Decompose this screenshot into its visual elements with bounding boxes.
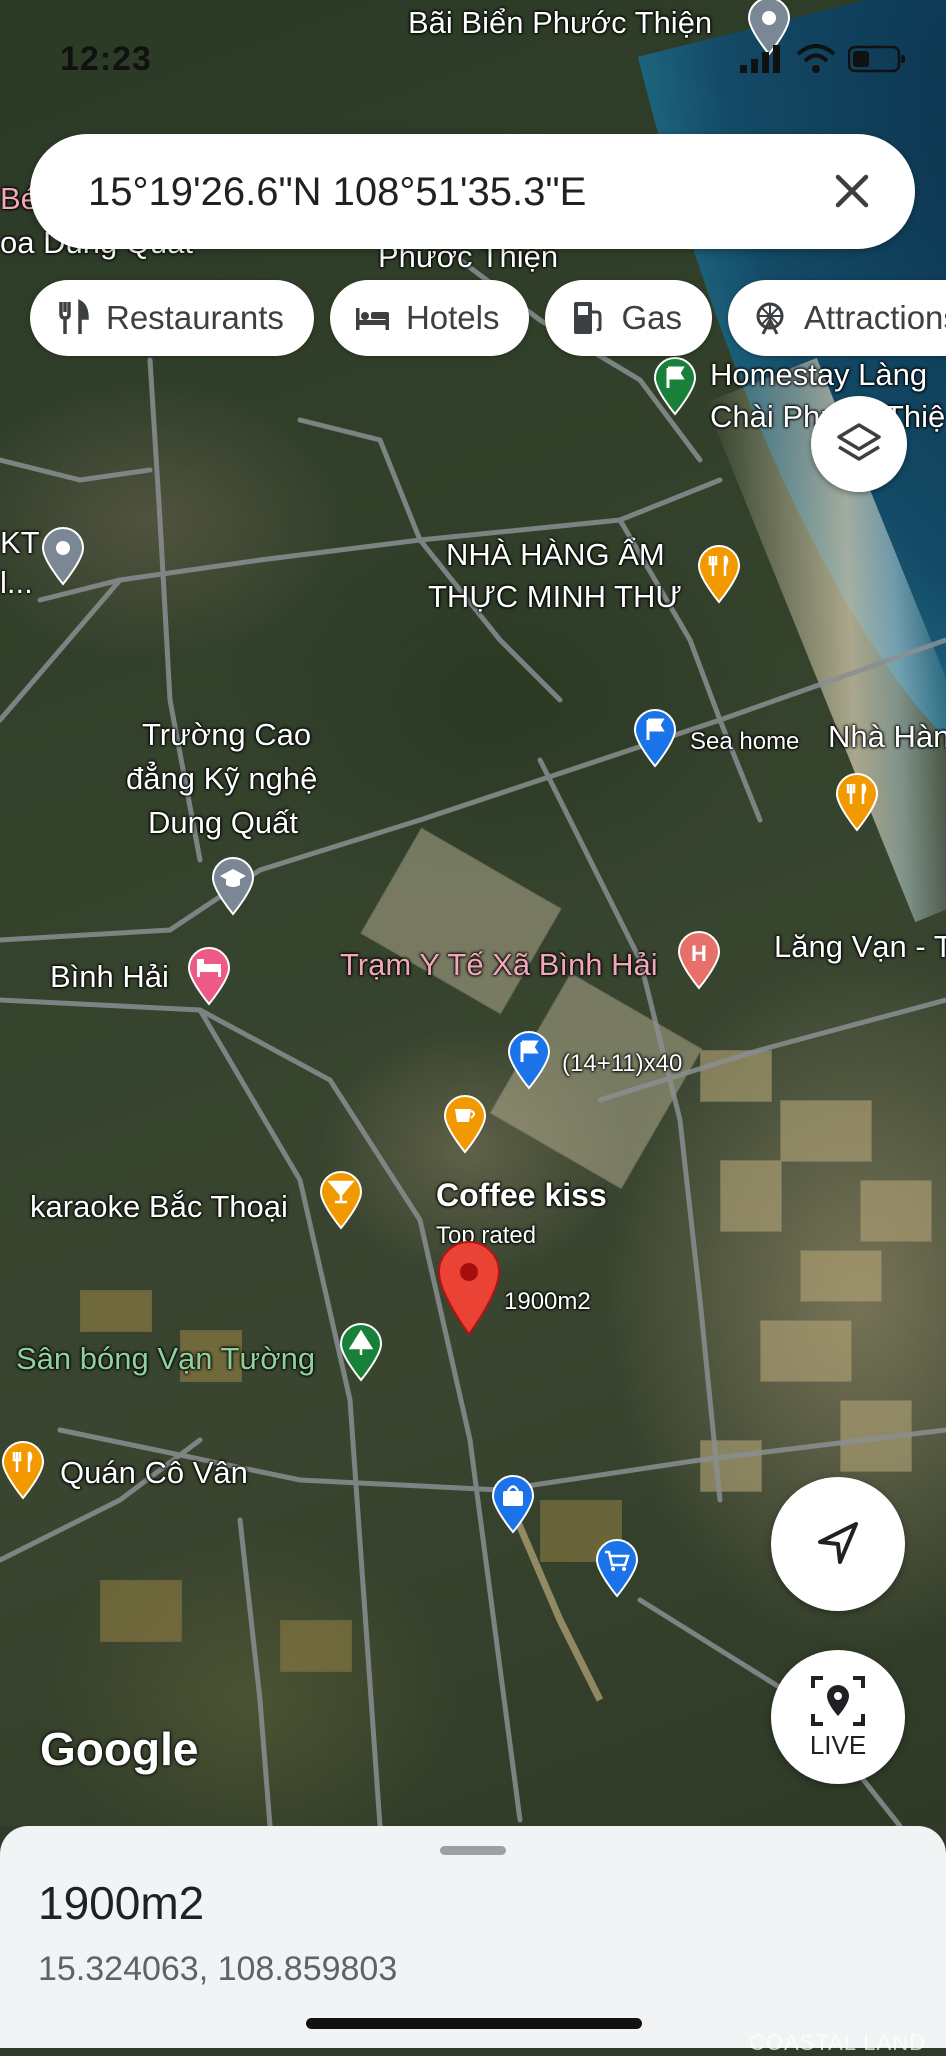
chip-hotels[interactable]: Hotels — [329, 280, 530, 356]
live-view-button[interactable]: LIVE — [771, 1650, 905, 1784]
signal-icon — [740, 45, 780, 73]
cafe-pin-orange-icon[interactable] — [442, 1094, 488, 1154]
watermark: COASTAL LAND — [748, 2030, 926, 2055]
label-nha-hang-1[interactable]: NHÀ HÀNG ẨM — [446, 534, 665, 576]
label-nha-han[interactable]: Nhà Hàn — [828, 716, 946, 758]
chip-label: Hotels — [405, 299, 500, 336]
label-quan-co-van[interactable]: Quán Cô Vân — [60, 1452, 248, 1494]
place-name: 1900m2 — [38, 1877, 205, 1929]
label-karaoke[interactable]: karaoke Bắc Thoại — [30, 1186, 288, 1228]
live-label: LIVE — [809, 1729, 867, 1760]
dropped-pin-red-icon[interactable] — [436, 1240, 502, 1336]
search-bar[interactable]: 15°19'26.6"N 108°51'35.3"E — [30, 134, 915, 249]
bar-pin-orange-icon[interactable] — [318, 1170, 364, 1230]
chip-attractions[interactable]: Attractions — [728, 280, 946, 356]
hospital-pin-red-icon[interactable]: H — [676, 930, 722, 990]
ferris-wheel-icon — [756, 302, 784, 335]
restaurant-pin-orange-icon[interactable] — [0, 1440, 46, 1500]
home-indicator[interactable] — [306, 2018, 642, 2029]
label-kt-2: l... — [0, 565, 33, 600]
place-coordinates: 15.324063, 108.859803 — [38, 1950, 398, 1988]
label-lang-van[interactable]: Lăng Vạn - T — [774, 926, 946, 968]
label-tram-y-te[interactable]: Trạm Y Tế Xã Bình Hải — [340, 944, 658, 986]
label-binh-hai[interactable]: Bình Hải — [50, 956, 169, 998]
label-sea-home[interactable]: Sea home — [690, 726, 799, 758]
label-coffee-kiss[interactable]: Coffee kiss — [436, 1174, 607, 1217]
label-truong-1[interactable]: Trường Cao — [142, 714, 311, 756]
status-time: 12:23 — [60, 40, 152, 78]
cart-pin-blue-icon[interactable] — [594, 1538, 640, 1598]
live-view-icon — [811, 1675, 865, 1726]
google-logo: Google — [40, 1723, 199, 1775]
label-homestay-1[interactable]: Homestay Làng — [710, 354, 927, 396]
sheet-drag-handle[interactable] — [440, 1846, 506, 1855]
place-bottom-sheet[interactable]: 1900m2 15.324063, 108.859803 — [0, 1826, 946, 2048]
gas-pump-icon — [574, 302, 602, 334]
chip-restaurants[interactable]: Restaurants — [30, 280, 314, 356]
status-bar: 12:23 — [0, 0, 946, 120]
close-icon[interactable] — [825, 164, 879, 218]
chip-label: Gas — [621, 299, 683, 336]
flag-pin-blue-icon[interactable] — [632, 708, 678, 768]
search-query[interactable]: 15°19'26.6"N 108°51'35.3"E — [88, 170, 586, 215]
label-san-bong[interactable]: Sân bóng Vạn Tường — [16, 1338, 315, 1380]
layers-button[interactable] — [811, 396, 907, 492]
battery-icon — [848, 45, 905, 73]
svg-text:H: H — [691, 941, 707, 966]
layers-icon — [837, 423, 881, 461]
fork-knife-icon — [59, 298, 89, 334]
label-truong-2[interactable]: đẳng Kỹ nghệ — [126, 758, 317, 800]
hotel-pin-pink-icon[interactable] — [186, 946, 232, 1006]
restaurant-pin-orange-icon[interactable] — [834, 772, 880, 832]
label-nha-hang-2[interactable]: THỰC MINH THƯ — [428, 576, 682, 618]
label-kt-1: KT — [0, 525, 40, 560]
flag-pin-green-icon[interactable] — [652, 356, 698, 416]
status-icons — [740, 44, 906, 74]
navigation-arrow-icon — [818, 1522, 858, 1564]
category-chips: Restaurants Hotels Gas Attractions — [30, 280, 946, 356]
my-location-button[interactable] — [771, 1477, 905, 1611]
bed-icon — [355, 308, 389, 330]
wifi-icon — [796, 44, 836, 73]
chip-label: Restaurants — [106, 299, 284, 336]
flag-pin-blue-icon[interactable] — [506, 1030, 552, 1090]
shopping-pin-blue-icon[interactable] — [490, 1474, 536, 1534]
label-dropped-pin[interactable]: 1900m2 — [504, 1286, 591, 1318]
restaurant-pin-orange-icon[interactable] — [696, 544, 742, 604]
label-truong-3[interactable]: Dung Quất — [148, 802, 298, 844]
chip-gas[interactable]: Gas — [545, 280, 713, 356]
school-pin-gray-icon[interactable] — [210, 856, 256, 916]
park-pin-green-icon[interactable] — [338, 1322, 384, 1382]
chip-label: Attractions — [804, 299, 946, 336]
label-lot-size[interactable]: (14+11)x40 — [562, 1048, 682, 1080]
location-pin-gray-icon[interactable] — [40, 526, 86, 586]
